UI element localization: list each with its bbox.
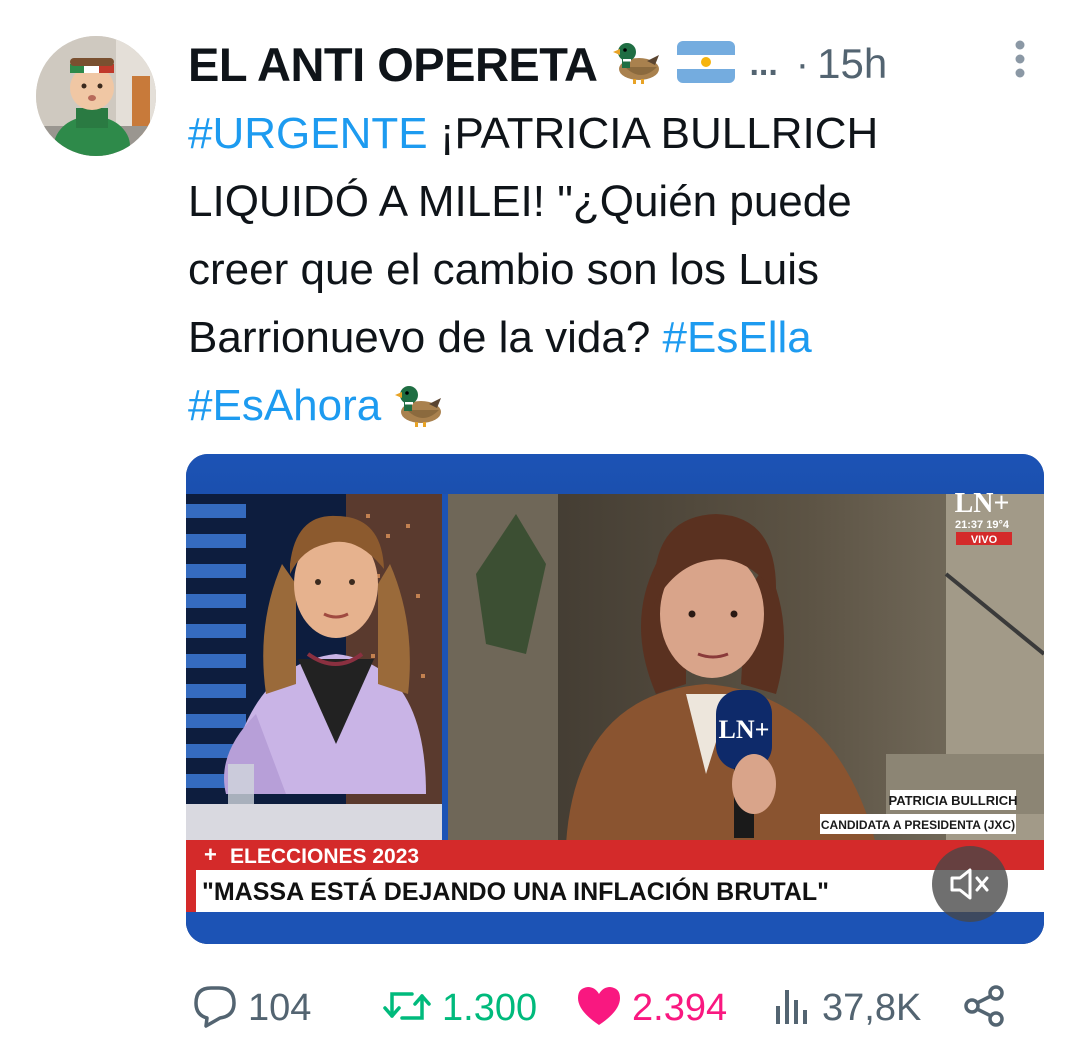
tweet-time[interactable]: 15h — [817, 40, 887, 88]
svg-text:+: + — [204, 842, 217, 867]
hashtag-link[interactable]: #URGENTE — [188, 109, 428, 158]
author-name[interactable]: EL ANTI OPERETA — [188, 37, 598, 92]
tweet-text-segment — [381, 381, 393, 430]
role-tag: CANDIDATA A PRESIDENTA (JXC) — [821, 818, 1015, 832]
action-bar: 104 1.300 2.394 37,8K — [186, 980, 1046, 1036]
views-icon — [772, 986, 812, 1031]
repost-button[interactable]: 1.300 — [382, 980, 537, 1036]
share-icon — [962, 984, 1006, 1033]
views-count: 37,8K — [822, 986, 922, 1029]
share-button[interactable] — [962, 980, 1006, 1036]
like-count: 2.394 — [632, 986, 728, 1029]
heart-icon — [576, 985, 622, 1032]
repost-icon — [382, 986, 432, 1031]
repost-count: 1.300 — [442, 986, 538, 1029]
mute-icon[interactable] — [932, 846, 1008, 922]
name-tag: PATRICIA BULLRICH — [888, 793, 1017, 808]
section-label: ELECCIONES 2023 — [230, 845, 419, 868]
views-button[interactable]: 37,8K — [772, 980, 921, 1036]
separator-dot: · — [795, 41, 810, 86]
reply-count: 104 — [248, 986, 312, 1029]
reply-icon — [192, 984, 238, 1033]
tweet-text-line: #URGENTE ¡PATRICIA BULLRICH — [188, 100, 1048, 168]
tweet-text-segment: Barrionuevo de la vida? — [188, 313, 663, 362]
tweet-text-line: #EsAhora — [188, 372, 1048, 440]
tweet-text-line: LIQUIDÓ A MILEI! "¿Quién puede — [188, 168, 1048, 236]
tweet-text-line: creer que el cambio son los Luis — [188, 236, 1048, 304]
tweet-video[interactable]: LN+ LN+ 21:37 19°4 VIVO PATRICIA BULLRIC… — [186, 454, 1044, 944]
clock: 21:37 19°4 — [955, 519, 1010, 531]
duck-emoji-icon — [393, 381, 445, 430]
tweet-text-segment: ¡PATRICIA BULLRICH — [427, 109, 879, 158]
live-badge: VIVO — [971, 534, 998, 546]
author-avatar[interactable] — [36, 36, 156, 156]
tweet-text-segment: creer que el cambio son los Luis — [188, 245, 819, 294]
more-options-icon[interactable] — [1008, 38, 1032, 82]
channel-logo: LN+ — [955, 488, 1010, 519]
hashtag-link[interactable]: #EsAhora — [188, 381, 381, 430]
mic-logo: LN+ — [719, 715, 770, 744]
argentina-flag-icon — [677, 40, 736, 88]
tweet-text: #URGENTE ¡PATRICIA BULLRICH LIQUIDÓ A MIL… — [188, 100, 1048, 440]
hashtag-link[interactable]: #EsElla — [663, 313, 812, 362]
tweet-text-line: Barrionuevo de la vida? #EsElla — [188, 304, 1048, 372]
reply-button[interactable]: 104 — [192, 980, 311, 1036]
tweet-header: EL ANTI OPERETA ... · 15h — [188, 32, 887, 96]
like-button[interactable]: 2.394 — [576, 980, 727, 1036]
name-ellipsis: ... — [749, 44, 778, 83]
headline: "MASSA ESTÁ DEJANDO UNA INFLACIÓN BRUTAL… — [202, 876, 829, 906]
duck-emoji-icon — [611, 39, 663, 90]
tweet-text-segment: LIQUIDÓ A MILEI! "¿Quién puede — [188, 177, 852, 226]
